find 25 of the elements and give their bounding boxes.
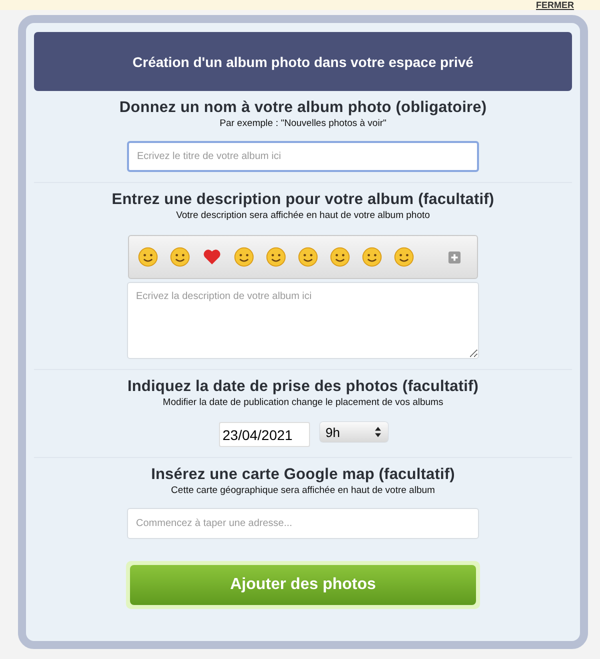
section-heading: Entrez une description pour votre album (facultatif) <box>112 191 494 209</box>
section-heading: Insérez une carte Google map (facultatif) <box>151 466 455 484</box>
smiley-icon[interactable] <box>233 246 255 268</box>
smiley-icon[interactable] <box>393 246 415 268</box>
dialog-title: Création d'un album photo dans votre espace privé <box>132 54 474 70</box>
section-hint: Par exemple : "Nouvelles photos à voir" <box>220 118 386 129</box>
section-heading: Donnez un nom à votre album photo (obligatoire) <box>119 99 487 117</box>
close-link[interactable]: FERMER <box>536 0 574 10</box>
updown-icon <box>374 426 382 438</box>
hour-select[interactable]: 9h <box>320 422 388 442</box>
section-heading: Indiquez la date de prise des photos (facultatif) <box>127 378 479 396</box>
date-field[interactable]: 23/04/2021 <box>218 422 310 447</box>
smiley-icon[interactable] <box>169 246 191 268</box>
section-hint: Modifier la date de publication change le placement de vos albums <box>162 397 444 408</box>
section-hint: Votre description sera affichée en haut de votre album photo <box>176 210 430 221</box>
smiley-icon[interactable] <box>361 246 383 268</box>
section-hint: Cette carte géographique sera affichée en haut de votre album <box>171 485 435 496</box>
plus-icon[interactable] <box>448 250 461 264</box>
smiley-icon[interactable] <box>329 246 351 268</box>
address-field[interactable]: Commencez à taper une adresse... <box>127 508 479 539</box>
smiley-icon[interactable] <box>265 246 287 268</box>
title-field[interactable]: Ecrivez le titre de votre album ici <box>127 141 479 172</box>
description-field[interactable]: Ecrivez la description de votre album ici <box>127 282 479 359</box>
smiley-icon[interactable] <box>137 246 159 268</box>
smiley-icon[interactable] <box>297 246 319 268</box>
